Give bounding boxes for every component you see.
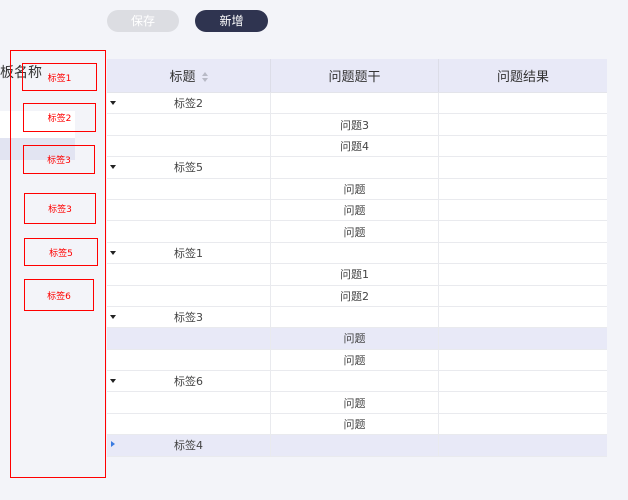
question-cell bbox=[270, 306, 438, 328]
table-header: 标题 问题题干 问题结果 bbox=[107, 59, 607, 93]
tag-box-5[interactable]: 标签5 bbox=[24, 238, 98, 266]
add-button[interactable]: 新增 bbox=[195, 10, 268, 32]
question-cell: 问题4 bbox=[270, 135, 438, 157]
result-cell bbox=[438, 157, 607, 178]
table-body: 标签2 问题3 问题4 标签5 问题 问题 问题 标签1 问题1 问题2 标签3 问题 问题 标签6 问题问… bbox=[107, 93, 607, 457]
title-text: 标签1 bbox=[174, 246, 203, 260]
question-cell: 问题 bbox=[270, 221, 438, 242]
data-table: 标题 问题题干 问题结果 标签2 问题3 问题4 标签5 问题 问题 问题 标签1 问题1 问题2… bbox=[107, 59, 607, 457]
question-cell: 问题 bbox=[270, 413, 438, 435]
result-cell bbox=[438, 306, 607, 328]
collapse-icon[interactable] bbox=[110, 314, 116, 319]
save-button[interactable]: 保存 bbox=[107, 10, 179, 32]
result-cell bbox=[438, 135, 607, 157]
result-cell bbox=[438, 93, 607, 114]
result-cell bbox=[438, 178, 607, 199]
title-cell bbox=[107, 328, 270, 348]
title-cell: 标签5 bbox=[107, 157, 270, 177]
table-row[interactable]: 问题1 bbox=[107, 264, 607, 286]
table-row[interactable]: 问题 bbox=[107, 328, 607, 350]
column-header-title[interactable]: 标题 bbox=[107, 59, 270, 92]
table-group-row[interactable]: 标签3 bbox=[107, 306, 607, 329]
result-cell bbox=[438, 264, 607, 285]
table-row[interactable]: 问题 bbox=[107, 349, 607, 372]
title-cell: 标签6 bbox=[107, 371, 270, 391]
table-row[interactable]: 问题 bbox=[107, 413, 607, 436]
title-text: 标签6 bbox=[174, 375, 203, 389]
result-cell bbox=[438, 349, 607, 371]
title-cell bbox=[107, 286, 270, 306]
question-cell: 问题 bbox=[270, 328, 438, 349]
title-text: 标签3 bbox=[174, 311, 203, 325]
question-cell: 问题 bbox=[270, 199, 438, 221]
result-cell bbox=[438, 435, 607, 456]
table-row[interactable]: 问题3 bbox=[107, 114, 607, 136]
title-cell bbox=[107, 200, 270, 220]
toolbar: 保存 新增 bbox=[0, 10, 628, 34]
collapse-icon[interactable] bbox=[110, 379, 116, 384]
question-cell: 问题 bbox=[270, 392, 438, 413]
table-group-row[interactable]: 标签4 bbox=[107, 435, 607, 457]
result-cell bbox=[438, 328, 607, 349]
question-cell bbox=[270, 157, 438, 178]
title-text: 标签4 bbox=[174, 439, 203, 453]
collapse-icon[interactable] bbox=[110, 250, 116, 255]
question-cell bbox=[270, 435, 438, 456]
table-group-row[interactable]: 标签6 bbox=[107, 371, 607, 393]
question-cell bbox=[270, 242, 438, 264]
question-cell: 问题2 bbox=[270, 285, 438, 306]
title-cell bbox=[107, 114, 270, 134]
title-cell: 标签2 bbox=[107, 93, 270, 113]
title-cell bbox=[107, 221, 270, 241]
expand-icon[interactable] bbox=[111, 441, 115, 448]
result-cell bbox=[438, 114, 607, 135]
tag-box-4[interactable]: 标签3 bbox=[24, 193, 96, 224]
result-cell bbox=[438, 221, 607, 242]
title-cell bbox=[107, 350, 270, 370]
table-group-row[interactable]: 标签1 bbox=[107, 242, 607, 265]
question-cell bbox=[270, 371, 438, 392]
sort-icon[interactable] bbox=[201, 71, 208, 82]
result-cell bbox=[438, 392, 607, 413]
tag-box-1[interactable]: 标签1 bbox=[22, 63, 97, 91]
tag-box-3[interactable]: 标签3 bbox=[23, 145, 95, 174]
table-row[interactable]: 问题4 bbox=[107, 135, 607, 158]
result-cell bbox=[438, 371, 607, 392]
title-cell bbox=[107, 136, 270, 156]
table-row[interactable]: 问题 bbox=[107, 221, 607, 243]
question-cell bbox=[270, 93, 438, 114]
tag-box-6[interactable]: 标签6 bbox=[24, 279, 94, 311]
table-group-row[interactable]: 标签2 bbox=[107, 93, 607, 115]
table-row[interactable]: 问题 bbox=[107, 392, 607, 414]
question-cell: 问题1 bbox=[270, 264, 438, 285]
question-cell: 问题 bbox=[270, 349, 438, 371]
collapse-icon[interactable] bbox=[110, 101, 116, 105]
title-text: 标签5 bbox=[174, 161, 203, 175]
title-cell: 标签4 bbox=[107, 435, 270, 455]
title-cell bbox=[107, 414, 270, 434]
question-cell: 问题3 bbox=[270, 114, 438, 135]
table-row[interactable]: 问题 bbox=[107, 178, 607, 200]
title-cell: 标签3 bbox=[107, 307, 270, 327]
tag-box-2[interactable]: 标签2 bbox=[23, 103, 96, 132]
column-header-result: 问题结果 bbox=[438, 59, 607, 92]
result-cell bbox=[438, 199, 607, 221]
result-cell bbox=[438, 413, 607, 435]
table-group-row[interactable]: 标签5 bbox=[107, 157, 607, 179]
title-cell: 标签1 bbox=[107, 243, 270, 263]
title-cell bbox=[107, 264, 270, 284]
title-text: 标签2 bbox=[174, 97, 203, 111]
title-cell bbox=[107, 179, 270, 199]
table-row[interactable]: 问题 bbox=[107, 199, 607, 222]
result-cell bbox=[438, 285, 607, 306]
question-cell: 问题 bbox=[270, 178, 438, 199]
result-cell bbox=[438, 242, 607, 264]
title-cell bbox=[107, 392, 270, 412]
table-row[interactable]: 问题2 bbox=[107, 285, 607, 307]
column-header-title-label: 标题 bbox=[169, 70, 196, 85]
column-header-question: 问题题干 bbox=[270, 59, 438, 92]
collapse-icon[interactable] bbox=[110, 165, 116, 170]
